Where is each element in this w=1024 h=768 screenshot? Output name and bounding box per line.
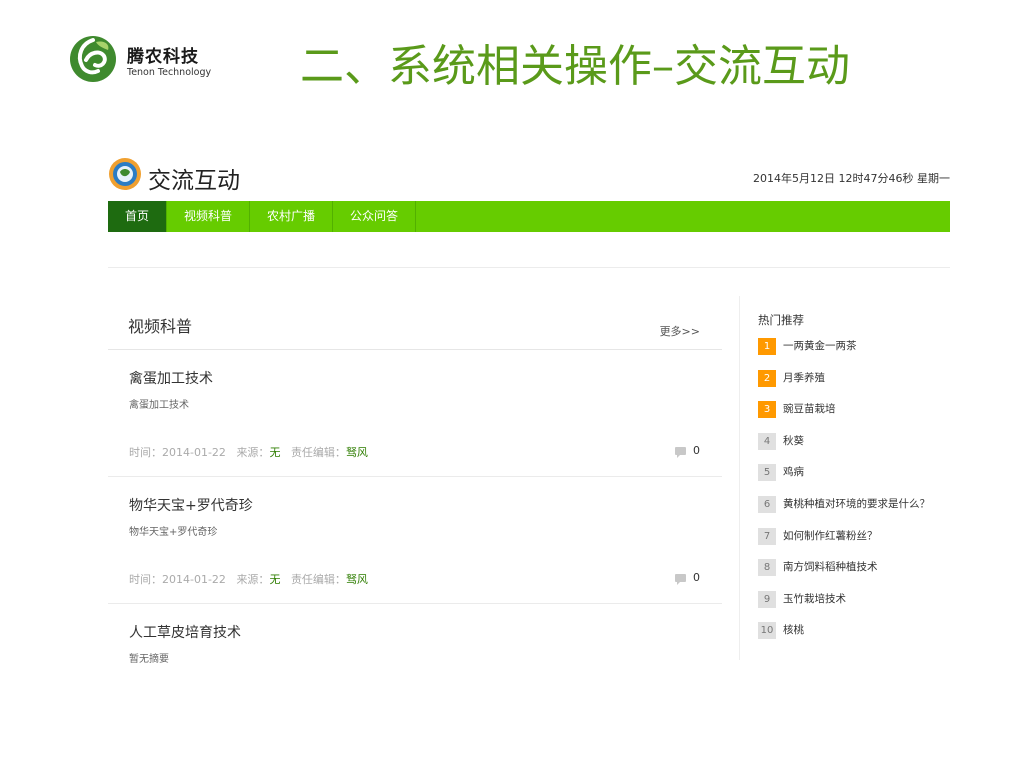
hot-item[interactable]: 4 秋葵 <box>758 432 958 465</box>
header-divider <box>108 267 950 268</box>
rank-badge: 4 <box>758 432 776 450</box>
rank-badge: 7 <box>758 527 776 545</box>
comment-count[interactable]: 0 <box>675 444 700 458</box>
hot-item[interactable]: 1 一两黄金一两茶 <box>758 338 958 370</box>
rank-badge: 10 <box>758 622 776 640</box>
comment-count-value: 0 <box>693 444 700 457</box>
hot-item-label: 豌豆苗栽培 <box>783 403 836 416</box>
video-science-section: 视频科普 更多>> 禽蛋加工技术 禽蛋加工技术 时间：2014-01-22 来源… <box>108 296 722 730</box>
hot-item-label: 玉竹栽培技术 <box>783 592 846 605</box>
article-source: 无 <box>269 446 281 459</box>
hot-item[interactable]: 9 玉竹栽培技术 <box>758 590 958 623</box>
hot-item[interactable]: 10 核桃 <box>758 622 958 654</box>
rank-badge: 3 <box>758 401 776 419</box>
nav-public-qa[interactable]: 公众问答 <box>333 201 417 232</box>
source-label: 来源： <box>236 446 270 459</box>
nav-rural-broadcast[interactable]: 农村广播 <box>250 201 334 232</box>
current-datetime: 2014年5月12日 12时47分46秒 星期一 <box>753 172 950 185</box>
article-time: 时间：2014-01-22 <box>129 573 226 586</box>
nav-home[interactable]: 首页 <box>108 201 168 232</box>
rank-badge: 1 <box>758 338 776 355</box>
hot-item[interactable]: 5 鸡病 <box>758 464 958 496</box>
comment-icon <box>675 447 686 458</box>
main-nav: 首页 视频科普 农村广播 公众问答 <box>108 201 950 232</box>
hot-recommendations: 热门推荐 1 一两黄金一两茶 2 月季养殖 3 豌豆苗栽培 4 秋葵 5 鸡病 6 黄桃种植… <box>758 312 958 654</box>
hot-item[interactable]: 2 月季养殖 <box>758 369 958 402</box>
tenon-logo-icon <box>70 36 116 82</box>
rank-badge: 6 <box>758 495 776 513</box>
section-title: 视频科普 <box>128 317 193 336</box>
article-source: 无 <box>269 573 281 586</box>
comment-icon <box>675 574 686 585</box>
article-title[interactable]: 人工草皮培育技术 <box>129 622 241 642</box>
article-summary: 暂无摘要 <box>129 654 169 665</box>
hot-item-label: 南方饲料稻种植技术 <box>783 561 878 574</box>
article-meta: 时间：2014-01-22 来源：无 责任编辑：驽风 <box>129 444 368 460</box>
article-meta: 时间：2014-01-22 来源：无 责任编辑：驽风 <box>129 571 368 587</box>
site-name: 交流互动 <box>148 168 240 194</box>
comment-count[interactable]: 0 <box>675 571 700 585</box>
hot-item[interactable]: 7 如何制作红薯粉丝？ <box>758 527 958 560</box>
hot-item-label: 核桃 <box>783 624 804 637</box>
article-item: 物华天宝+罗代奇珍 物华天宝+罗代奇珍 时间：2014-01-22 来源：无 责… <box>108 477 722 604</box>
article-summary: 禽蛋加工技术 <box>129 400 189 411</box>
rank-badge: 2 <box>758 369 776 387</box>
article-item: 人工草皮培育技术 暂无摘要 <box>108 604 722 730</box>
comment-count-value: 0 <box>693 571 700 584</box>
nav-video-science[interactable]: 视频科普 <box>167 201 251 232</box>
article-summary: 物华天宝+罗代奇珍 <box>129 527 218 538</box>
hot-item-label: 黄桃种植对环境的要求是什么？ <box>783 497 930 510</box>
hot-item[interactable]: 6 黄桃种植对环境的要求是什么？ <box>758 495 958 528</box>
hot-item-label: 秋葵 <box>783 434 804 447</box>
section-header: 视频科普 更多>> <box>108 296 722 350</box>
brand-name-en: Tenon Technology <box>127 67 212 78</box>
article-time: 时间：2014-01-22 <box>129 446 226 459</box>
column-separator <box>739 296 740 660</box>
hot-item-label: 一两黄金一两茶 <box>783 340 857 352</box>
hot-item-label: 鸡病 <box>783 466 804 479</box>
editor-label: 责任编辑： <box>290 573 346 586</box>
article-editor: 驽风 <box>345 446 368 459</box>
rank-badge: 9 <box>758 590 776 608</box>
hot-item-label: 月季养殖 <box>783 371 825 384</box>
hot-item-label: 如何制作红薯粉丝？ <box>783 529 878 542</box>
more-link[interactable]: 更多>> <box>660 323 700 339</box>
sidebar-title: 热门推荐 <box>758 313 804 327</box>
rank-badge: 8 <box>758 559 776 577</box>
editor-label: 责任编辑： <box>290 446 346 459</box>
hot-item[interactable]: 3 豌豆苗栽培 <box>758 401 958 433</box>
slide-title: 二、系统相关操作–交流互动 <box>300 41 850 92</box>
article-title[interactable]: 禽蛋加工技术 <box>129 368 213 388</box>
article-item: 禽蛋加工技术 禽蛋加工技术 时间：2014-01-22 来源：无 责任编辑：驽风… <box>108 350 722 477</box>
article-title[interactable]: 物华天宝+罗代奇珍 <box>129 495 253 515</box>
source-label: 来源： <box>236 573 270 586</box>
article-editor: 驽风 <box>345 573 368 586</box>
hot-item[interactable]: 8 南方饲料稻种植技术 <box>758 559 958 591</box>
site-globe-logo-icon <box>109 158 141 190</box>
rank-badge: 5 <box>758 464 776 482</box>
brand-name-cn: 腾农科技 <box>127 47 199 67</box>
